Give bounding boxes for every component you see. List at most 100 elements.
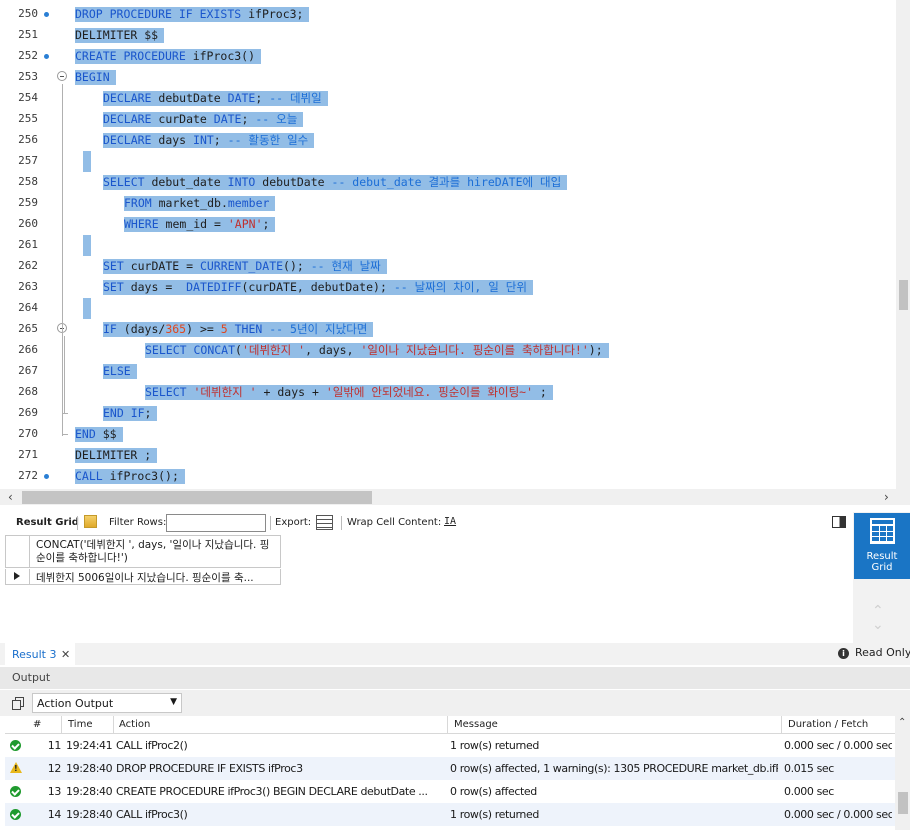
filter-rows-input[interactable]: [166, 514, 266, 532]
result-grid-tab-label[interactable]: Result Grid: [16, 517, 79, 528]
code-line[interactable]: 257: [0, 151, 896, 172]
table-row[interactable]: 11 19:24:41 CALL ifProc2() 1 row(s) returne…: [5, 734, 895, 757]
row-message: 1 row(s) returned: [450, 808, 539, 821]
wrap-cell-content-label: Wrap Cell Content:: [347, 517, 442, 528]
scroll-right-arrow-icon[interactable]: ›: [884, 490, 889, 504]
code-line[interactable]: 261: [0, 235, 896, 256]
editor-vertical-scroll-thumb[interactable]: [899, 280, 908, 310]
line-number: 254: [18, 91, 38, 104]
column-header-duration[interactable]: Duration / Fetch: [788, 719, 868, 730]
grid-icon: [870, 518, 895, 544]
code-line[interactable]: 272 CALL ifProc3();: [0, 466, 896, 487]
code-line[interactable]: 250 DROP PROCEDURE IF EXISTS ifProc3;: [0, 4, 896, 25]
code-line[interactable]: 263 SET days = DATEDIFF(curDATE, debutDat…: [0, 277, 896, 298]
result-grid[interactable]: CONCAT('데뷔한지 ', days, '일이나 지났습니다. 핑순이를 축…: [5, 535, 853, 642]
scroll-left-arrow-icon[interactable]: ‹: [8, 490, 13, 504]
code-text: SELECT debut_date INTO debutDate -- debu…: [103, 175, 568, 190]
fold-guide-if: [64, 336, 65, 414]
code-line[interactable]: 256 DECLARE days INT; -- 활동한 일수: [0, 130, 896, 151]
row-duration: 0.000 sec / 0.000 sec: [784, 739, 892, 752]
line-number: 255: [18, 112, 38, 125]
code-line[interactable]: 268 SELECT '데뷔한지 ' + days + '일밖에 안되었네요. 핑…: [0, 382, 896, 403]
code-line[interactable]: 269 END IF;: [0, 403, 896, 424]
row-message: 0 row(s) affected: [450, 785, 537, 798]
filter-rows-label: Filter Rows:: [109, 517, 167, 528]
row-number: 11: [47, 739, 61, 752]
row-number: 12: [47, 762, 61, 775]
copy-icon[interactable]: [12, 697, 24, 710]
grid-cell[interactable]: 데뷔한지 5006일이나 지났습니다. 핑순이를 축...: [36, 570, 254, 585]
line-number: 270: [18, 427, 38, 440]
close-icon[interactable]: ✕: [61, 648, 70, 661]
code-line[interactable]: 251 DELIMITER $$: [0, 25, 896, 46]
editor-vertical-scrollbar[interactable]: [896, 0, 910, 489]
scroll-up-arrow-icon[interactable]: ⌃: [898, 717, 906, 728]
table-row[interactable]: 14 19:28:40 CALL ifProc3() 1 row(s) returne…: [5, 803, 895, 826]
tab-result-3[interactable]: Result 3 ✕: [5, 643, 75, 665]
row-pointer-icon: [6, 569, 30, 584]
code-text: CREATE PROCEDURE ifProc3(): [75, 49, 262, 64]
output-type-select[interactable]: Action Output ▼: [32, 693, 182, 713]
side-button-label: Result Grid: [866, 551, 898, 573]
column-header-message[interactable]: Message: [454, 719, 498, 730]
code-line[interactable]: 258 SELECT debut_date INTO debutDate -- d…: [0, 172, 896, 193]
code-line[interactable]: 255 DECLARE curDate DATE; -- 오늘: [0, 109, 896, 130]
wrap-cell-content-icon[interactable]: IA: [444, 516, 456, 527]
code-line[interactable]: 260 WHERE mem_id = 'APN';: [0, 214, 896, 235]
code-line[interactable]: 253 BEGIN: [0, 67, 896, 88]
fold-toggle-icon[interactable]: [57, 71, 67, 81]
column-header[interactable]: CONCAT('데뷔한지 ', days, '일이나 지났습니다. 핑순이를 축…: [5, 535, 281, 568]
toggle-panel-icon[interactable]: [832, 516, 846, 528]
code-line[interactable]: 262 SET curDATE = CURRENT_DATE(); -- 현재 날…: [0, 256, 896, 277]
table-row[interactable]: 데뷔한지 5006일이나 지났습니다. 핑순이를 축...: [5, 569, 281, 585]
output-table[interactable]: # Time Action Message Duration / Fetch 1…: [5, 716, 895, 830]
success-check-icon: [10, 809, 21, 820]
column-header-time[interactable]: Time: [68, 719, 92, 730]
success-check-icon: [10, 786, 21, 797]
fold-guide: [62, 84, 63, 436]
line-number: 256: [18, 133, 38, 146]
column-header-action[interactable]: Action: [119, 719, 150, 730]
code-line[interactable]: 267 ELSE: [0, 361, 896, 382]
read-only-label: Read Only: [855, 646, 910, 659]
row-duration: 0.000 sec / 0.000 sec: [784, 808, 892, 821]
code-line[interactable]: 254 DECLARE debutDate DATE; -- 데뷔일: [0, 88, 896, 109]
line-number: 272: [18, 469, 38, 482]
result-grid-side-button[interactable]: Result Grid: [854, 513, 910, 579]
output-vertical-scroll-thumb[interactable]: [898, 792, 908, 814]
table-row[interactable]: 13 19:28:40 CREATE PROCEDURE ifProc3() BEG…: [5, 780, 895, 803]
sql-editor[interactable]: 250 DROP PROCEDURE IF EXISTS ifProc3; 251 D…: [0, 0, 910, 489]
line-number: 262: [18, 259, 38, 272]
line-number: 253: [18, 70, 38, 83]
export-icon[interactable]: [316, 515, 333, 530]
code-text: SELECT '데뷔한지 ' + days + '일밖에 안되었네요. 핑순이를…: [145, 385, 553, 400]
code-line[interactable]: 271 DELIMITER ;: [0, 445, 896, 466]
code-line[interactable]: 265 IF (days/365) >= 5 THEN -- 5년이 지났다면: [0, 319, 896, 340]
code-line[interactable]: 264: [0, 298, 896, 319]
code-line[interactable]: 266 SELECT CONCAT('데뷔한지 ', days, '일이나 지났습…: [0, 340, 896, 361]
line-number: 269: [18, 406, 38, 419]
line-number: 264: [18, 301, 38, 314]
table-row[interactable]: 12 19:28:40 DROP PROCEDURE IF EXISTS ifPro…: [5, 757, 895, 780]
code-line[interactable]: 270 END $$: [0, 424, 896, 445]
line-number: 268: [18, 385, 38, 398]
form-view-icon[interactable]: [84, 515, 97, 528]
output-toolbar: Action Output ▼: [0, 690, 910, 716]
chevron-down-icon[interactable]: ⌄: [872, 617, 884, 633]
line-number: 258: [18, 175, 38, 188]
code-text: END $$: [75, 427, 123, 442]
row-number: 14: [47, 808, 61, 821]
code-line[interactable]: 259 FROM market_db.member: [0, 193, 896, 214]
line-number: 259: [18, 196, 38, 209]
output-type-value: Action Output: [37, 697, 114, 710]
column-header-number[interactable]: #: [33, 719, 41, 730]
read-only-status: i Read Only: [838, 646, 910, 659]
editor-horizontal-scroll-thumb[interactable]: [22, 491, 372, 504]
code-text: END IF;: [103, 406, 158, 421]
tab-label: Result 3: [12, 648, 57, 661]
result-toolbar: Result Grid Filter Rows: Export: Wrap Ce…: [0, 512, 852, 534]
row-time: 19:24:41: [66, 739, 112, 752]
code-text: DECLARE curDate DATE; -- 오늘: [103, 112, 304, 127]
code-line[interactable]: 252 CREATE PROCEDURE ifProc3(): [0, 46, 896, 67]
line-number: 271: [18, 448, 38, 461]
